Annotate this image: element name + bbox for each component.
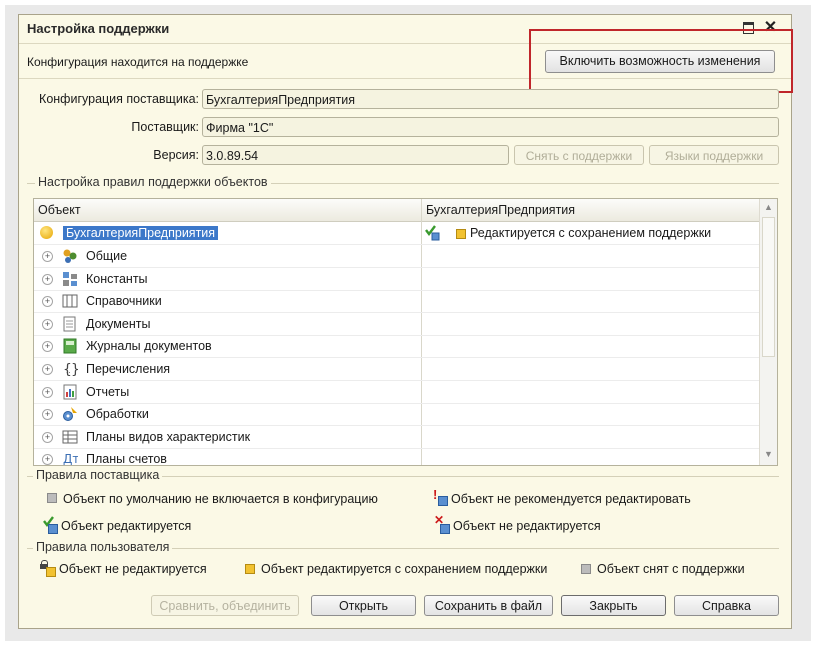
tree-row-label: Отчеты [86,384,130,399]
tree-row[interactable]: + Отчеты [34,381,759,404]
processing-icon [62,406,78,422]
tree-scrollbar[interactable]: ▲ ▼ [759,199,777,465]
tree-row[interactable]: + Дт Планы счетов [34,448,759,466]
svg-text:Дт: Дт [63,452,78,466]
tree-root-row[interactable]: БухгалтерияПредприятия Редактируется с с… [34,222,759,245]
rule-not-editable: ✕ Объект не редактируется [434,513,601,534]
support-languages-button[interactable]: Языки поддержки [649,145,779,165]
svg-text:..: .. [66,366,70,375]
catalogs-icon [62,293,78,309]
common-icon [62,248,78,264]
vendor-config-field[interactable]: БухгалтерияПредприятия [202,89,779,109]
expand-icon[interactable]: + [42,273,53,285]
tree-row-label: Константы [86,271,148,286]
root-rule: Редактируется с сохранением поддержки [470,226,712,240]
window-title: Настройка поддержки [27,21,170,36]
expand-icon[interactable]: + [42,454,53,465]
expand-icon[interactable]: + [42,364,53,375]
exclamation-cube-icon: ! [433,487,448,506]
scroll-up-icon[interactable]: ▲ [760,202,777,212]
tree-row[interactable]: + Справочники [34,290,759,314]
vendor-field[interactable]: Фирма "1С" [202,117,779,137]
svg-text:}: } [71,362,78,377]
expand-icon[interactable]: + [42,431,53,443]
documents-icon [62,316,78,332]
scroll-thumb[interactable] [762,217,775,357]
compare-merge-button[interactable]: Сравнить, объединить [151,595,299,616]
tree-row-label: Планы счетов [86,452,167,466]
tree-row-label: Обработки [86,407,149,422]
constants-icon [62,271,78,287]
tree-row[interactable]: + Документы [34,313,759,336]
scroll-down-icon[interactable]: ▼ [760,449,777,459]
tree-row-label: Перечисления [86,362,171,376]
rule-editable: Объект редактируется [43,516,191,534]
expand-icon[interactable]: + [42,341,53,353]
close-button[interactable]: Закрыть [561,595,666,616]
rules-group-title: Настройка правил поддержки объектов [35,175,271,189]
version-field[interactable]: 3.0.89.54 [202,145,509,165]
vendor-config-label: Конфигурация поставщика: [39,92,199,106]
tree-row-label: Журналы документов [86,339,212,354]
journals-icon [62,338,78,354]
vendor-label: Поставщик: [131,120,199,134]
tree-row-label: Общие [86,249,128,263]
object-tree[interactable]: Объект БухгалтерияПредприятия Бухгалтери… [33,198,778,466]
user-rule-editable-with-support: Объект редактируется с сохранением подде… [243,561,547,576]
reports-icon [62,384,78,400]
cross-cube-icon: ✕ [434,513,450,534]
gray-cube-icon [579,561,593,575]
tree-row-label: Документы [86,316,151,331]
highlight-frame [529,29,793,93]
support-settings-window: Настройка поддержки ✕ Конфигурация наход… [18,14,793,629]
tree-row-label: Планы видов характеристик [86,429,251,444]
column-object[interactable]: Объект [38,203,81,217]
lock-cube-icon [40,560,56,577]
tree-header: Объект БухгалтерияПредприятия [34,199,759,222]
user-rule-removed-from-support: Объект снят с поддержки [579,561,745,576]
support-status-text: Конфигурация находится на поддержке [27,55,249,69]
expand-icon[interactable]: + [42,296,53,308]
open-button[interactable]: Открыть [311,595,416,616]
user-rule-not-editable: Объект не редактируется [40,560,207,577]
user-rules-title: Правила пользователя [33,540,173,554]
column-vendor[interactable]: БухгалтерияПредприятия [426,203,575,217]
tree-row[interactable]: + Обработки [34,403,759,427]
tree-row[interactable]: + Журналы документов [34,335,759,359]
configuration-icon [40,226,53,239]
tree-row[interactable]: + {}.. Перечисления [34,358,759,381]
version-label: Версия: [153,148,199,162]
save-to-file-button[interactable]: Сохранить в файл [424,595,553,616]
vendor-rules-title: Правила поставщика [33,468,163,482]
help-button[interactable]: Справка [674,595,779,616]
enums-icon: {}.. [62,361,80,378]
accounts-icon: Дт [62,451,79,466]
expand-icon[interactable]: + [42,251,53,262]
tree-row[interactable]: + Общие [34,245,759,268]
remove-support-button[interactable]: Снять с поддержки [514,145,644,165]
checkmark-cube-icon [43,516,58,534]
root-name: БухгалтерияПредприятия [63,226,219,240]
rule-not-recommended: ! Объект не рекомендуется редактировать [433,487,691,506]
yellow-cube-icon [243,561,257,575]
rule-not-included: Объект по умолчанию не включается в конф… [45,491,378,506]
expand-icon[interactable]: + [42,409,53,421]
gray-cube-icon [45,491,59,505]
tree-row[interactable]: + Константы [34,268,759,291]
editable-checkmark-icon [425,224,441,242]
tree-row[interactable]: + Планы видов характеристик [34,426,759,449]
tree-row-label: Справочники [86,294,162,309]
expand-icon[interactable]: + [42,318,53,330]
char-types-icon [62,429,78,445]
expand-icon[interactable]: + [42,386,53,398]
